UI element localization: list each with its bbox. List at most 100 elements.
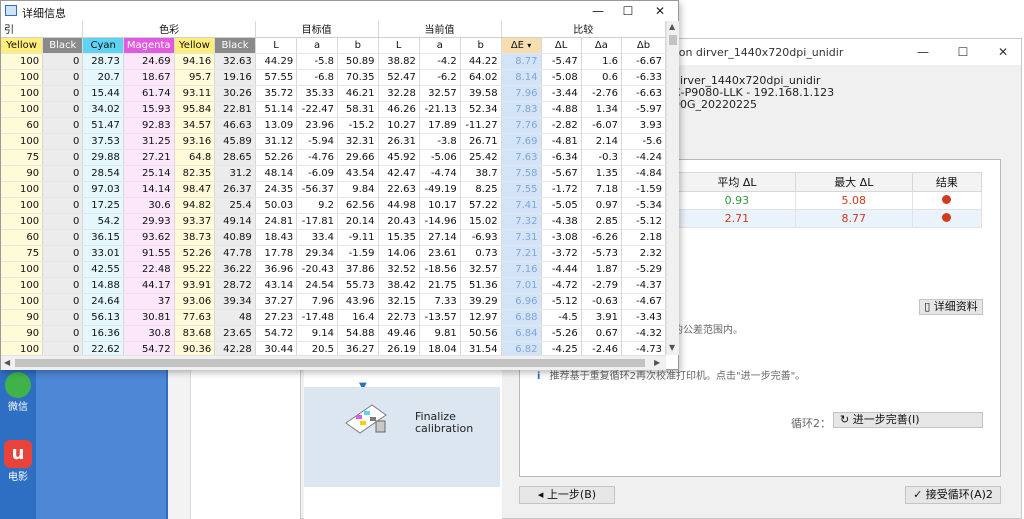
table-row[interactable]: 100 0 42.55 22.48 95.22 36.22 36.96 -20.43 37.86…: [1, 261, 666, 278]
table-row[interactable]: 75 0 29.88 27.21 64.8 28.65 52.26 -4.76 29.66 45.…: [1, 149, 666, 166]
table-row[interactable]: 60 0 51.47 92.83 34.57 46.63 13.09 23.96 -15.2 10…: [1, 117, 666, 134]
col-header-target-l[interactable]: L: [255, 37, 298, 54]
cell-magenta: 61.74: [123, 85, 175, 102]
cell-delta-l: -4.44: [541, 261, 582, 278]
cell-target-a: 35.33: [296, 85, 339, 102]
cell-delta-b: -5.12: [621, 213, 666, 230]
back-button[interactable]: ◂ 上一步(B): [519, 486, 615, 504]
col-header-target-a[interactable]: a: [296, 37, 339, 54]
col-header-black[interactable]: Black: [214, 37, 256, 54]
cell-index-yellow: 100: [1, 69, 44, 86]
desktop-wechat-label: 微信: [8, 402, 28, 413]
cell-current-b: 44.22: [460, 53, 502, 70]
cell-yellow: 83.68: [174, 325, 216, 342]
col-header-current-l[interactable]: L: [378, 37, 420, 54]
desktop-wechat-shortcut[interactable]: 微信: [0, 372, 36, 413]
maximize-button[interactable]: ☐: [943, 39, 983, 65]
scroll-down-icon[interactable]: ▼: [669, 343, 675, 352]
table-row[interactable]: 100 0 24.64 37 93.06 39.34 37.27 7.96 43.96 32.15…: [1, 293, 666, 310]
col-header-yellow[interactable]: Yellow: [174, 37, 216, 54]
refine-button[interactable]: ↻ 进一步完善(I): [833, 412, 983, 428]
result-row-selected[interactable]: 2.71 8.77: [678, 209, 983, 228]
scroll-up-icon[interactable]: ▲: [669, 22, 675, 31]
cycle-label: 循环2：: [791, 417, 831, 430]
max-dl-value: 8.77: [794, 209, 913, 228]
cell-cyan: 20.7: [82, 69, 124, 86]
cell-black: 26.37: [214, 181, 256, 198]
cell-delta-a: 7.18: [581, 181, 623, 198]
col-header-target-b[interactable]: b: [337, 37, 379, 54]
table-row[interactable]: 60 0 36.15 93.62 38.73 40.89 18.43 33.4 -9.11 15.…: [1, 229, 666, 246]
cell-magenta: 91.55: [123, 245, 175, 262]
maximize-button[interactable]: ☐: [613, 1, 643, 21]
horizontal-scroll-thumb[interactable]: [15, 359, 645, 367]
scroll-right-icon[interactable]: ▶: [654, 358, 660, 367]
col-header-delta-l[interactable]: ΔL: [541, 37, 582, 54]
cell-delta-a: 1.6: [581, 53, 623, 70]
col-header-magenta[interactable]: Magenta: [123, 37, 175, 54]
cell-index-black: 0: [42, 261, 84, 278]
table-row[interactable]: 75 0 33.01 91.55 52.26 47.78 17.78 29.34 -1.59 14…: [1, 245, 666, 262]
minimize-button[interactable]: —: [583, 1, 613, 21]
cell-cyan: 33.01: [82, 245, 124, 262]
table-row[interactable]: 90 0 56.13 30.81 77.63 48 27.23 -17.48 16.4 22.73…: [1, 309, 666, 326]
col-header-delta-b[interactable]: Δb: [621, 37, 666, 54]
table-row[interactable]: 100 0 54.2 29.93 93.37 49.14 24.81 -17.81 20.14 2…: [1, 213, 666, 230]
finalize-step[interactable]: [304, 387, 500, 487]
cell-current-a: -13.57: [419, 309, 461, 326]
detail-info-button[interactable]: ▯ 详细资料: [919, 299, 983, 315]
table-row[interactable]: 100 0 37.53 31.25 93.16 45.89 31.12 -5.94 32.31 2…: [1, 133, 666, 150]
cell-delta-l: -4.38: [541, 213, 582, 230]
cell-yellow: 90.36: [174, 341, 216, 355]
col-header-index-yellow[interactable]: Yellow: [1, 37, 44, 54]
table-row[interactable]: 100 0 28.73 24.69 94.16 32.63 44.29 -5.8 50.89 38…: [1, 53, 666, 70]
cell-target-l: 24.35: [255, 181, 298, 198]
cell-target-l: 27.23: [255, 309, 298, 326]
table-row[interactable]: 100 0 20.7 18.67 95.7 19.16 57.55 -6.8 70.35 52.4…: [1, 69, 666, 86]
cell-target-l: 48.14: [255, 165, 298, 182]
table-row[interactable]: 100 0 15.44 61.74 93.11 30.26 35.72 35.33 46.21 3…: [1, 85, 666, 102]
cell-yellow: 93.37: [174, 213, 216, 230]
table-row[interactable]: 100 0 14.88 44.17 93.91 28.72 43.14 24.54 55.73 3…: [1, 277, 666, 294]
table-row[interactable]: 90 0 28.54 25.14 82.35 31.2 48.14 -6.09 43.54 42.…: [1, 165, 666, 182]
col-header-delta-e[interactable]: ΔE ▾: [501, 37, 542, 54]
table-row[interactable]: 100 0 34.02 15.93 95.84 22.81 51.14 -22.47 58.31…: [1, 101, 666, 118]
cell-magenta: 30.81: [123, 309, 175, 326]
col-header-delta-a[interactable]: Δa: [581, 37, 623, 54]
cell-index-yellow: 100: [1, 133, 44, 150]
cell-cyan: 29.88: [82, 149, 124, 166]
cell-delta-e: 8.77: [501, 53, 542, 70]
table-row[interactable]: 100 0 22.62 54.72 90.36 42.28 30.44 20.5 36.27 26…: [1, 341, 666, 355]
vertical-scroll-thumb[interactable]: [669, 35, 677, 45]
desktop-movie-shortcut[interactable]: u 电影: [0, 440, 36, 483]
info-icon: i: [537, 371, 541, 382]
close-button[interactable]: ✕: [645, 1, 675, 21]
cell-yellow: 82.35: [174, 165, 216, 182]
minimize-button[interactable]: —: [903, 39, 943, 65]
horizontal-scrollbar[interactable]: ◀ ▶: [1, 355, 666, 370]
result-cell: [911, 191, 983, 210]
cell-delta-b: -4.37: [621, 277, 666, 294]
cell-current-l: 15.35: [378, 229, 420, 246]
result-row[interactable]: 0.93 5.08: [678, 191, 983, 210]
cell-current-l: 14.06: [378, 245, 420, 262]
col-header-cyan[interactable]: Cyan: [82, 37, 124, 54]
table-row[interactable]: 100 0 97.03 14.14 98.47 26.37 24.35 -56.37 9.84 2…: [1, 181, 666, 198]
table-row[interactable]: 90 0 16.36 30.8 83.68 23.65 54.72 9.14 54.88 49.4…: [1, 325, 666, 342]
close-button[interactable]: ✕: [983, 39, 1023, 65]
cell-delta-a: 0.67: [581, 325, 623, 342]
col-header-current-a[interactable]: a: [419, 37, 461, 54]
vertical-scrollbar[interactable]: ▲ ▼: [666, 21, 679, 355]
document-icon: ▯: [924, 300, 931, 313]
accept-cycle-button[interactable]: ✓ 接受循环(A)2: [905, 486, 1001, 504]
col-header-index-black[interactable]: Black: [42, 37, 84, 54]
scroll-left-icon[interactable]: ◀: [4, 358, 10, 367]
cell-target-a: -56.37: [296, 181, 339, 198]
cell-delta-b: -1.59: [621, 181, 666, 198]
table-row[interactable]: 100 0 17.25 30.6 94.82 25.4 50.03 9.2 62.56 44.98…: [1, 197, 666, 214]
cell-yellow: 93.91: [174, 277, 216, 294]
result-header: 结果: [911, 172, 983, 192]
cell-magenta: 93.62: [123, 229, 175, 246]
cell-index-yellow: 100: [1, 341, 44, 355]
col-header-current-b[interactable]: b: [460, 37, 502, 54]
